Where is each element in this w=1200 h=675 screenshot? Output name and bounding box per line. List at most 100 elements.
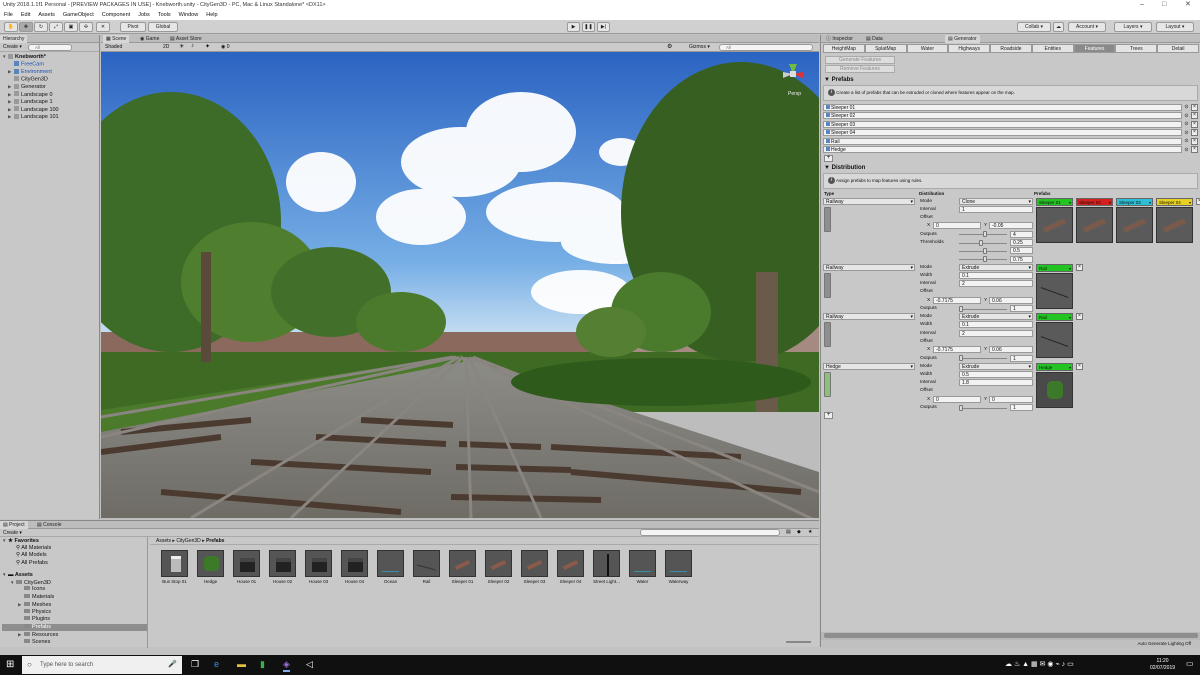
- folder-item[interactable]: Physics: [2, 608, 147, 617]
- favorite-item[interactable]: ⚲ All Materials: [2, 545, 147, 553]
- taskbar-search-input[interactable]: ○ Type here to search 🎤: [22, 656, 182, 674]
- menu-gameobject[interactable]: GameObject: [59, 10, 98, 20]
- hierarchy-create-button[interactable]: Create ▾: [3, 44, 22, 50]
- generate-features-button[interactable]: Generate Features: [825, 56, 895, 64]
- rule-color-swatch[interactable]: [824, 272, 831, 298]
- pivot-button[interactable]: Pivot: [120, 22, 146, 32]
- distribution-section-header[interactable]: ▼ Distribution: [821, 163, 1200, 173]
- tab-inspector[interactable]: ⓘ Inspector: [823, 35, 856, 43]
- remove-features-button[interactable]: Remove Features: [825, 65, 895, 73]
- pause-icon[interactable]: ❚❚: [582, 22, 595, 32]
- app-icon[interactable]: ▮: [260, 659, 265, 670]
- folder-item[interactable]: Icons: [2, 586, 147, 594]
- folder-item[interactable]: Plugins: [2, 616, 147, 624]
- asset-item[interactable]: Street Light...: [592, 550, 621, 610]
- outputs-slider-handle[interactable]: [959, 305, 964, 312]
- filter-label-icon[interactable]: ◆: [797, 529, 801, 535]
- system-tray-icons[interactable]: ☁ ♨ ▲ ▦ ✉ ◉ ⌁ ♪ ▭: [1005, 660, 1074, 668]
- outputs-slider-track[interactable]: [959, 308, 1007, 310]
- rule-prefab-chip[interactable]: Rail ▾: [1036, 313, 1073, 322]
- generator-tab-highways[interactable]: Highways: [948, 44, 991, 53]
- asset-item[interactable]: House 03: [304, 550, 333, 610]
- remove-prefab-icon[interactable]: ×: [1191, 112, 1198, 119]
- generator-tab-features[interactable]: Features: [1073, 44, 1116, 53]
- folder-item[interactable]: Scenes: [2, 638, 147, 647]
- offset-x-input[interactable]: 0: [933, 395, 981, 403]
- feature-type-dropdown[interactable]: Hedge ▾: [823, 362, 915, 370]
- task-view-icon[interactable]: ❐: [191, 659, 199, 670]
- generator-tab-water[interactable]: Water: [906, 44, 949, 53]
- generator-tab-entities[interactable]: Entities: [1031, 44, 1074, 53]
- generator-tab-roadside[interactable]: Roadside: [990, 44, 1032, 53]
- threshold-input[interactable]: 0.25: [1010, 239, 1033, 246]
- hand-tool-icon[interactable]: ✋: [4, 22, 18, 32]
- asset-item[interactable]: House 04: [340, 550, 369, 610]
- edge-icon[interactable]: e: [214, 659, 219, 669]
- scale-tool-icon[interactable]: ⤢: [49, 22, 63, 32]
- tab-generator[interactable]: ▤ Generator: [945, 35, 980, 43]
- gizmos-dropdown[interactable]: Gizmos ▾: [689, 44, 710, 50]
- interval-input[interactable]: 1: [959, 205, 1033, 213]
- rule-color-swatch[interactable]: [824, 206, 831, 232]
- rule-prefab-chip[interactable]: Sleeper 04 ▾: [1156, 197, 1193, 206]
- asset-item[interactable]: Sleeper 03: [520, 550, 549, 610]
- threshold-slider-handle[interactable]: [983, 247, 988, 254]
- breadcrumb-assets[interactable]: Assets: [156, 538, 171, 544]
- threshold-slider-handle[interactable]: [983, 256, 988, 263]
- menu-component[interactable]: Component: [98, 10, 134, 20]
- breadcrumb-citygen3d[interactable]: CityGen3D: [176, 538, 200, 544]
- tab-project[interactable]: ▤ Project: [0, 521, 28, 529]
- mode-dropdown[interactable]: Clone ▾: [959, 197, 1033, 205]
- outputs-input[interactable]: 1: [1010, 305, 1033, 313]
- offset-y-input[interactable]: 0.06: [989, 346, 1033, 354]
- asset-item[interactable]: Rail: [412, 550, 441, 610]
- rotate-tool-icon[interactable]: ↻: [34, 22, 48, 32]
- unity-icon[interactable]: ◁: [306, 659, 313, 670]
- asset-item[interactable]: Ocean: [376, 550, 405, 610]
- custom-tool-icon[interactable]: ✕: [96, 22, 110, 32]
- generator-tab-detail[interactable]: Detail: [1157, 44, 1199, 53]
- windows-start-icon[interactable]: ⊞: [6, 659, 14, 670]
- tab-console[interactable]: ▤ Console: [34, 521, 64, 529]
- remove-prefab-icon[interactable]: ×: [1191, 146, 1198, 153]
- asset-item[interactable]: Waterway: [664, 550, 693, 610]
- object-picker-icon[interactable]: ⊙: [1182, 121, 1191, 127]
- object-picker-icon[interactable]: ⊙: [1182, 113, 1191, 119]
- account-button[interactable]: Account ▾: [1068, 22, 1106, 32]
- add-rule-button[interactable]: +: [824, 412, 833, 420]
- shading-dropdown[interactable]: Shaded: [105, 44, 155, 50]
- feature-type-dropdown[interactable]: Railway ▾: [823, 263, 915, 271]
- rule-prefab-chip[interactable]: Sleeper 03 ▾: [1116, 197, 1153, 206]
- hidden-objects-counter[interactable]: ◉ 0: [221, 44, 230, 50]
- prefab-field[interactable]: Sleeper 04: [823, 129, 1182, 136]
- prefab-field[interactable]: Rail: [823, 137, 1182, 145]
- folder-item[interactable]: Prefabs: [2, 623, 147, 631]
- audio-icon[interactable]: ♪: [191, 43, 194, 49]
- outputs-slider-handle[interactable]: [959, 404, 964, 411]
- offset-y-input[interactable]: -0.05: [989, 222, 1033, 230]
- menu-assets[interactable]: Assets: [34, 10, 59, 20]
- offset-y-input[interactable]: 0.06: [989, 296, 1033, 304]
- asset-item[interactable]: Sleeper 04: [556, 550, 585, 610]
- asset-item[interactable]: Hedge: [196, 550, 225, 610]
- expand-icon[interactable]: ▼: [2, 571, 8, 579]
- assets-header[interactable]: ▼ ▬ Assets: [2, 571, 147, 579]
- remove-rule-icon[interactable]: ×: [1076, 313, 1083, 321]
- interval-input[interactable]: 2: [959, 280, 1033, 288]
- outputs-slider-handle[interactable]: [959, 355, 964, 362]
- scene-root[interactable]: ▼ Knebworth*: [2, 53, 97, 61]
- menu-help[interactable]: Help: [202, 10, 221, 20]
- outputs-slider-handle[interactable]: [983, 231, 988, 238]
- menu-window[interactable]: Window: [175, 10, 203, 20]
- outputs-input[interactable]: 4: [1010, 230, 1033, 238]
- outputs-slider-track[interactable]: [959, 358, 1007, 360]
- microphone-icon[interactable]: 🎤: [168, 656, 177, 674]
- mode-dropdown[interactable]: Extrude ▾: [959, 362, 1033, 370]
- move-tool-icon[interactable]: ✥: [19, 22, 33, 32]
- rule-prefab-chip[interactable]: Hedge ▾: [1036, 362, 1073, 371]
- object-picker-icon[interactable]: ⊙: [1182, 147, 1191, 153]
- expand-icon[interactable]: ▼: [2, 537, 8, 545]
- prefab-field[interactable]: Sleeper 01: [823, 103, 1182, 111]
- hierarchy-item[interactable]: ▶ Landscape 0: [2, 91, 97, 99]
- remove-prefab-icon[interactable]: ×: [1191, 129, 1198, 136]
